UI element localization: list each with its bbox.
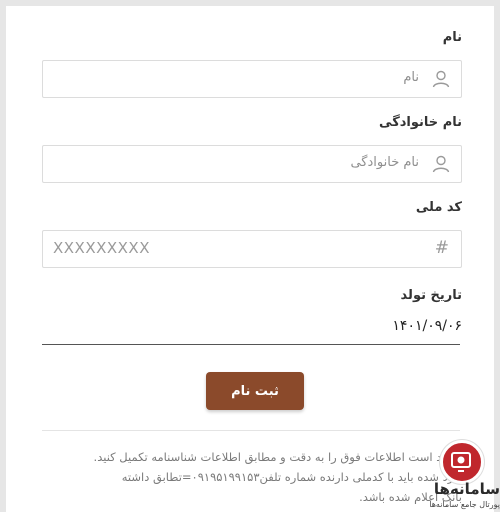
birth-date-label: تاریخ تولد	[400, 288, 462, 303]
note-line-1: شمند است اطلاعات فوق را به دقت و مطابق ا…	[93, 450, 462, 464]
brand-logo: سامانه‌ها پورتال جامع سامانه‌ها	[412, 434, 500, 512]
left-border	[0, 0, 6, 512]
birth-date-value[interactable]: ۱۴۰۱/۰۹/۰۶	[392, 318, 462, 334]
top-border	[0, 0, 500, 6]
name-label: نام	[442, 30, 462, 45]
brand-logo-icon	[440, 440, 484, 484]
family-placeholder: نام خانوادگی	[350, 155, 419, 170]
divider	[42, 430, 460, 431]
national-code-label: کد ملی	[415, 200, 462, 215]
user-icon	[431, 69, 451, 89]
national-code-value: XXXXXXXXX	[53, 239, 150, 257]
name-field[interactable]: نام	[42, 60, 462, 98]
note-line-2: وارد شده باید با کدملی دارنده شماره تلفن…	[121, 470, 462, 484]
user-icon	[431, 154, 451, 174]
brand-name: سامانه‌ها	[433, 480, 500, 498]
family-field[interactable]: نام خانوادگی	[42, 145, 462, 183]
submit-button[interactable]: ثبت نام	[206, 372, 304, 410]
name-placeholder: نام	[403, 70, 419, 85]
national-code-field[interactable]: # XXXXXXXXX	[42, 230, 462, 268]
family-label: نام خانوادگی	[379, 115, 462, 130]
hash-icon: #	[434, 238, 449, 258]
birth-date-underline	[42, 344, 460, 345]
form-page: نام نام نام خانوادگی نام خانوادگی کد ملی…	[0, 0, 500, 512]
brand-subtitle: پورتال جامع سامانه‌ها	[429, 500, 500, 509]
